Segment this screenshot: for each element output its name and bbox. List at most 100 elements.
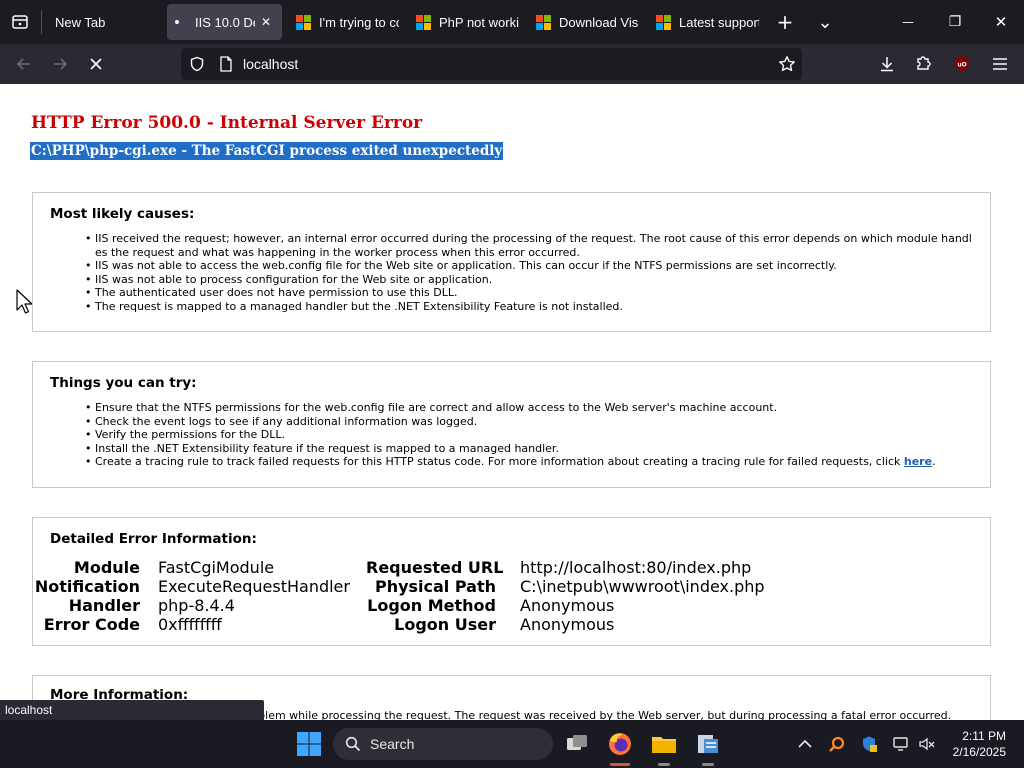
plus-icon: + bbox=[776, 10, 794, 34]
tab-divider bbox=[41, 10, 42, 34]
address-bar[interactable]: localhost bbox=[181, 48, 802, 80]
iis-manager-taskbar-button[interactable] bbox=[692, 728, 724, 766]
hamburger-menu-icon bbox=[993, 58, 1007, 70]
details-heading: Detailed Error Information: bbox=[50, 531, 257, 547]
list-item: Check the event logs to see if any addit… bbox=[85, 415, 972, 429]
detail-value: 0xffffffff bbox=[158, 615, 222, 634]
search-placeholder: Search bbox=[370, 736, 415, 752]
tab-title: New Tab bbox=[55, 14, 106, 30]
tab-title: Download Visual bbox=[559, 14, 639, 30]
back-button[interactable] bbox=[8, 48, 40, 80]
list-item: The authenticated user does not have per… bbox=[85, 286, 972, 300]
detail-label: Physical Path bbox=[374, 577, 496, 596]
stop-icon bbox=[90, 58, 102, 70]
chevron-up-icon bbox=[798, 739, 812, 748]
puzzle-piece-icon bbox=[917, 56, 931, 70]
error-title: HTTP Error 500.0 - Internal Server Error bbox=[31, 113, 423, 133]
open-app-indicator bbox=[702, 763, 714, 766]
folder-icon bbox=[652, 737, 676, 753]
detail-value: http://localhost:80/index.php bbox=[520, 558, 752, 577]
microsoft-icon bbox=[536, 14, 551, 30]
tray-app-search[interactable] bbox=[827, 734, 847, 754]
firefox-taskbar-button[interactable] bbox=[604, 728, 636, 766]
microsoft-icon bbox=[656, 14, 671, 30]
tracing-rule-here-link[interactable]: here bbox=[904, 455, 932, 468]
tab-title: I'm trying to configure bbox=[319, 14, 399, 30]
firefox-icon bbox=[609, 733, 631, 755]
tab-php-not-working[interactable]: PhP not working bbox=[408, 4, 520, 40]
app-menu-button[interactable] bbox=[984, 48, 1016, 80]
detail-label: Handler bbox=[68, 596, 140, 615]
tab-title: Latest supported bbox=[679, 14, 759, 30]
clock-date: 2/16/2025 bbox=[952, 745, 1006, 759]
extensions-button[interactable] bbox=[908, 48, 940, 80]
network-monitor-icon bbox=[893, 737, 908, 751]
system-clock[interactable]: 2:11 PM 2/16/2025 bbox=[953, 728, 1006, 760]
forward-button[interactable] bbox=[44, 48, 76, 80]
close-icon: ✕ bbox=[994, 13, 1008, 31]
file-explorer-taskbar-button[interactable] bbox=[648, 728, 680, 766]
tracking-protection-shield-icon[interactable] bbox=[189, 56, 205, 72]
active-app-indicator bbox=[610, 763, 630, 766]
stop-loading-button[interactable] bbox=[80, 48, 112, 80]
url-text[interactable]: localhost bbox=[243, 56, 298, 72]
detail-label: Logon User bbox=[394, 615, 496, 634]
mouse-pointer-icon bbox=[16, 289, 32, 314]
magnifier-tray-icon bbox=[829, 736, 845, 752]
detail-value: FastCgiModule bbox=[158, 558, 275, 577]
minimize-button[interactable]: — bbox=[890, 4, 926, 40]
tray-security[interactable] bbox=[859, 734, 879, 754]
restore-icon: ❐ bbox=[948, 14, 962, 30]
security-shield-icon bbox=[863, 736, 877, 752]
chevron-down-icon: ⌄ bbox=[817, 11, 833, 33]
svg-text:uO: uO bbox=[957, 62, 966, 69]
detail-label: Logon Method bbox=[367, 596, 496, 615]
forward-arrow-icon bbox=[54, 58, 68, 70]
tab-configure[interactable]: I'm trying to configure bbox=[288, 4, 400, 40]
list-item: Install the .NET Extensibility feature i… bbox=[85, 442, 972, 456]
microsoft-icon bbox=[296, 14, 311, 30]
try-heading: Things you can try: bbox=[50, 375, 197, 391]
tab-new-tab[interactable]: New Tab bbox=[46, 4, 164, 40]
tray-network[interactable] bbox=[891, 734, 911, 754]
open-app-indicator bbox=[658, 763, 670, 766]
start-button[interactable] bbox=[293, 728, 325, 760]
show-hidden-icons-button[interactable] bbox=[795, 734, 815, 754]
tray-volume[interactable] bbox=[917, 734, 937, 754]
error-subtitle-selected: C:\PHP\php-cgi.exe - The FastCGI process… bbox=[30, 142, 504, 160]
detail-value: Anonymous bbox=[520, 615, 615, 634]
tab-manager-button[interactable] bbox=[2, 4, 38, 40]
bookmark-star-icon[interactable] bbox=[778, 55, 796, 73]
iis-manager-icon bbox=[698, 735, 718, 753]
causes-box: Most likely causes: IIS received the req… bbox=[32, 192, 991, 332]
tab-title: IIS 10.0 Detailed Error bbox=[195, 14, 255, 30]
detail-label: Requested URL bbox=[366, 558, 504, 577]
link-status-bar: localhost bbox=[0, 700, 264, 720]
page-info-icon[interactable] bbox=[219, 56, 233, 72]
tab-download-visual[interactable]: Download Visual bbox=[528, 4, 640, 40]
loading-dot-icon bbox=[175, 20, 179, 24]
list-item: Create a tracing rule to track failed re… bbox=[85, 455, 972, 469]
maximize-button[interactable]: ❐ bbox=[937, 4, 973, 40]
detail-value: C:\inetpub\wwwroot\index.php bbox=[520, 577, 765, 596]
close-tab-icon[interactable]: ✕ bbox=[261, 15, 271, 29]
list-item: Ensure that the NTFS permissions for the… bbox=[85, 401, 972, 415]
tab-title: PhP not working bbox=[439, 14, 519, 30]
list-item: IIS received the request; however, an in… bbox=[85, 232, 972, 259]
taskbar-search-box[interactable]: Search bbox=[333, 728, 553, 760]
ublock-origin-button[interactable]: uO bbox=[946, 48, 978, 80]
tab-iis-error[interactable]: IIS 10.0 Detailed Error ✕ bbox=[167, 4, 282, 40]
causes-list: IIS received the request; however, an in… bbox=[85, 232, 972, 314]
minimize-icon: — bbox=[902, 15, 914, 29]
list-all-tabs-button[interactable]: ⌄ bbox=[807, 4, 843, 40]
new-tab-button[interactable]: + bbox=[767, 4, 803, 40]
tab-latest-supported[interactable]: Latest supported bbox=[648, 4, 760, 40]
tab-manager-icon bbox=[12, 15, 28, 29]
list-item: The request is mapped to a managed handl… bbox=[85, 300, 972, 314]
close-window-button[interactable]: ✕ bbox=[983, 4, 1019, 40]
list-item: IIS was not able to process configuratio… bbox=[85, 273, 972, 287]
task-view-button[interactable] bbox=[561, 728, 593, 760]
downloads-button[interactable] bbox=[871, 48, 903, 80]
windows-logo-icon bbox=[297, 732, 321, 756]
list-item: IIS was not able to access the web.confi… bbox=[85, 259, 972, 273]
